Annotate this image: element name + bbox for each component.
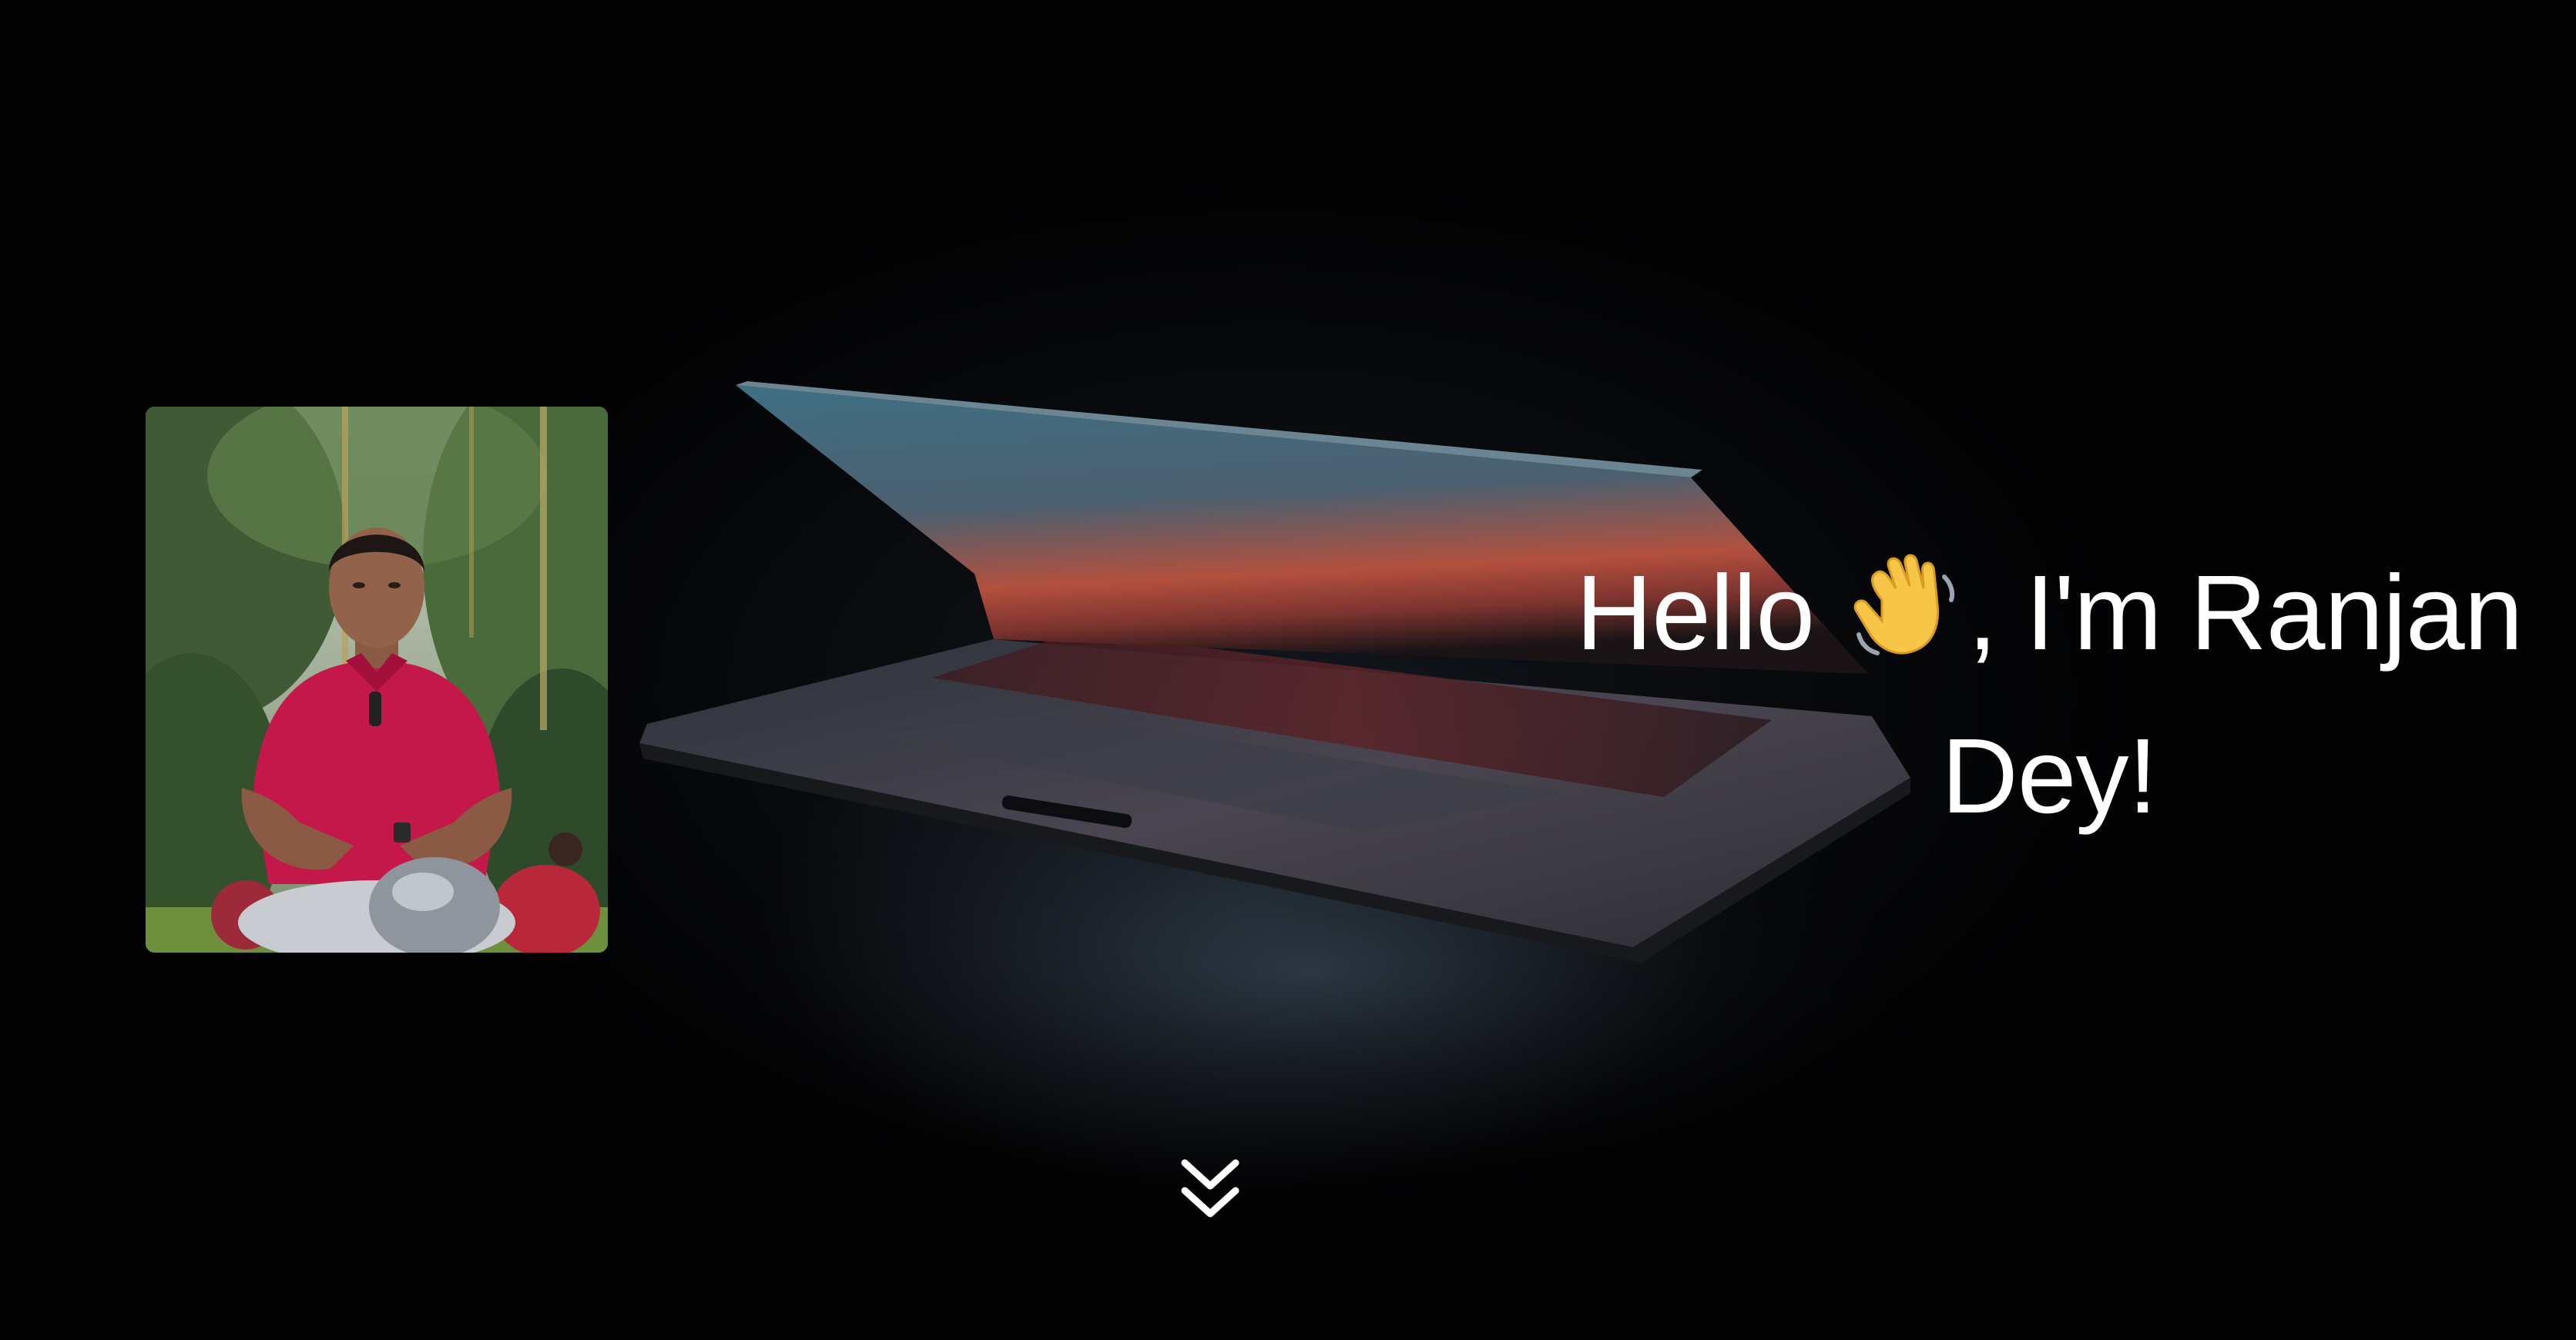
hero-greeting: Hello , I'm Ranjan Dey! [1571, 531, 2527, 858]
waving-hand-icon [1854, 554, 1955, 655]
hero-section: Hello , I'm Ranjan Dey! [0, 0, 2576, 1340]
greeting-line-1: Hello , I'm Ranjan [1571, 531, 2527, 695]
greeting-line-2: Dey! [1941, 717, 2158, 836]
profile-photo [146, 407, 608, 953]
double-chevron-down-icon [1181, 1159, 1239, 1218]
greeting-prefix: Hello [1575, 554, 1815, 672]
greeting-suffix: , I'm Ranjan [1967, 554, 2523, 672]
scroll-down-button[interactable] [1179, 1155, 1242, 1221]
